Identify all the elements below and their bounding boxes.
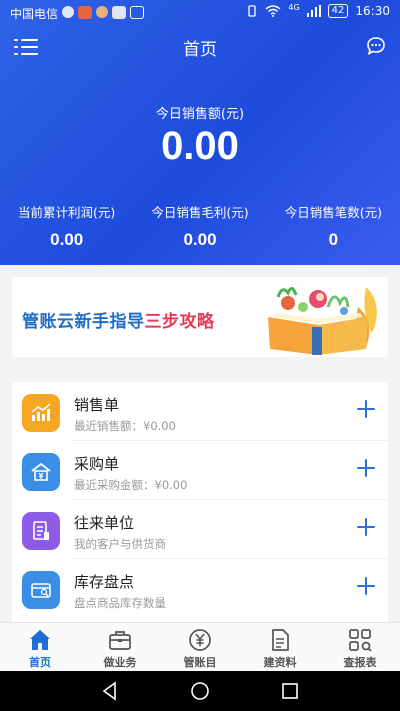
stat-label: 今日销售笔数(元) xyxy=(284,205,382,220)
home-button-icon[interactable] xyxy=(190,681,210,701)
row-subtitle: 最近销售额：¥0.00 xyxy=(74,419,176,433)
tab-records[interactable]: 建资料 xyxy=(240,623,320,671)
app-notification-icon xyxy=(78,6,92,19)
banner-text-highlight: 三步攻略 xyxy=(144,312,215,332)
stat-today-gross-profit: 今日销售毛利(元) 0.00 xyxy=(133,202,266,250)
stat-label: 今日销售毛利(元) xyxy=(151,205,249,220)
network-type: 4G xyxy=(288,2,300,12)
action-list: 销售单 最近销售额：¥0.00 采购单 最近采购金额：¥0.00 往来单位 我的… xyxy=(12,382,388,622)
home-icon xyxy=(30,630,50,650)
battery-level: 42 xyxy=(327,4,349,18)
list-item-purchase-order[interactable]: 采购单 最近采购金额：¥0.00 xyxy=(12,441,388,500)
tab-home[interactable]: 首页 xyxy=(0,623,80,671)
status-bar: 中国电信 4G 42 16:30 xyxy=(0,0,400,26)
app-notification-icon xyxy=(62,6,74,18)
inventory-box-icon xyxy=(22,571,60,609)
top-nav: 首页 xyxy=(0,30,400,62)
banner-text: 管账云新手指导三步攻略 xyxy=(22,307,215,332)
recent-apps-icon[interactable] xyxy=(280,681,300,701)
add-sales-order-icon[interactable] xyxy=(356,399,376,419)
app-notification-icon xyxy=(130,6,144,19)
stat-today-sales-count: 今日销售笔数(元) 0 xyxy=(267,202,400,250)
banner-text-main: 管账云新手指导 xyxy=(22,312,145,332)
list-item-sales-order[interactable]: 销售单 最近销售额：¥0.00 xyxy=(12,382,388,441)
sales-chart-icon xyxy=(22,394,60,432)
row-title: 往来单位 xyxy=(74,514,135,532)
chat-bubble-icon[interactable] xyxy=(366,36,386,56)
summary-header: 中国电信 4G 42 16:30 首页 今日销售额(元) 0.00 当前累计利润… xyxy=(0,0,400,265)
briefcase-icon xyxy=(109,631,131,650)
app-notification-icon xyxy=(112,6,126,19)
row-title: 采购单 xyxy=(74,455,120,473)
tab-label: 建资料 xyxy=(263,656,297,669)
yuan-circle-icon xyxy=(189,629,211,651)
stats-row: 当前累计利润(元) 0.00 今日销售毛利(元) 0.00 今日销售笔数(元) … xyxy=(0,202,400,250)
row-title: 销售单 xyxy=(74,396,120,414)
back-icon[interactable] xyxy=(100,681,120,701)
tab-label: 做业务 xyxy=(103,656,137,669)
stat-label: 当前累计利润(元) xyxy=(18,205,116,220)
stat-cumulative-profit: 当前累计利润(元) 0.00 xyxy=(0,202,133,250)
system-navigation-bar xyxy=(0,671,400,711)
stat-value: 0.00 xyxy=(50,230,84,249)
vibrate-icon xyxy=(248,5,257,17)
grid-report-icon xyxy=(349,629,372,652)
today-sales-value: 0.00 xyxy=(161,124,239,168)
document-icon xyxy=(272,629,289,651)
bottom-tab-bar: 首页 做业务 管账目 建资料 查报表 xyxy=(0,622,400,671)
row-subtitle: 我的客户与供货商 xyxy=(74,537,166,551)
add-purchase-order-icon[interactable] xyxy=(356,458,376,478)
wifi-icon xyxy=(265,5,281,17)
tab-accounts[interactable]: 管账目 xyxy=(160,623,240,671)
list-item-inventory[interactable]: 库存盘点 盘点商品库存数量 xyxy=(12,559,388,618)
today-sales-label: 今日销售额(元) xyxy=(155,107,245,122)
carrier-label: 中国电信 xyxy=(10,7,59,21)
tab-reports[interactable]: 查报表 xyxy=(320,623,400,671)
list-item-partners[interactable]: 往来单位 我的客户与供货商 xyxy=(12,500,388,559)
row-title: 库存盘点 xyxy=(74,573,135,591)
system-status: 4G 42 16:30 xyxy=(246,2,390,18)
notification-icons xyxy=(62,6,144,19)
tab-label: 查报表 xyxy=(343,656,377,669)
book-illustration xyxy=(268,287,377,355)
tab-label: 管账目 xyxy=(183,656,217,669)
guide-banner[interactable]: 管账云新手指导三步攻略 xyxy=(12,277,388,357)
row-subtitle: 盘点商品库存数量 xyxy=(74,596,166,610)
app-notification-icon xyxy=(96,6,108,18)
signal-icon xyxy=(306,5,321,17)
stat-value: 0 xyxy=(328,230,339,249)
add-inventory-check-icon[interactable] xyxy=(356,576,376,596)
tab-label: 首页 xyxy=(29,656,51,669)
page-title: 首页 xyxy=(183,40,217,60)
stat-value: 0.00 xyxy=(183,230,217,249)
tab-business[interactable]: 做业务 xyxy=(80,623,160,671)
row-subtitle: 最近采购金额：¥0.00 xyxy=(74,478,188,492)
partners-document-icon xyxy=(22,512,60,550)
purchase-yuan-icon xyxy=(22,453,60,491)
clock: 16:30 xyxy=(355,4,390,18)
add-partner-icon[interactable] xyxy=(356,517,376,537)
